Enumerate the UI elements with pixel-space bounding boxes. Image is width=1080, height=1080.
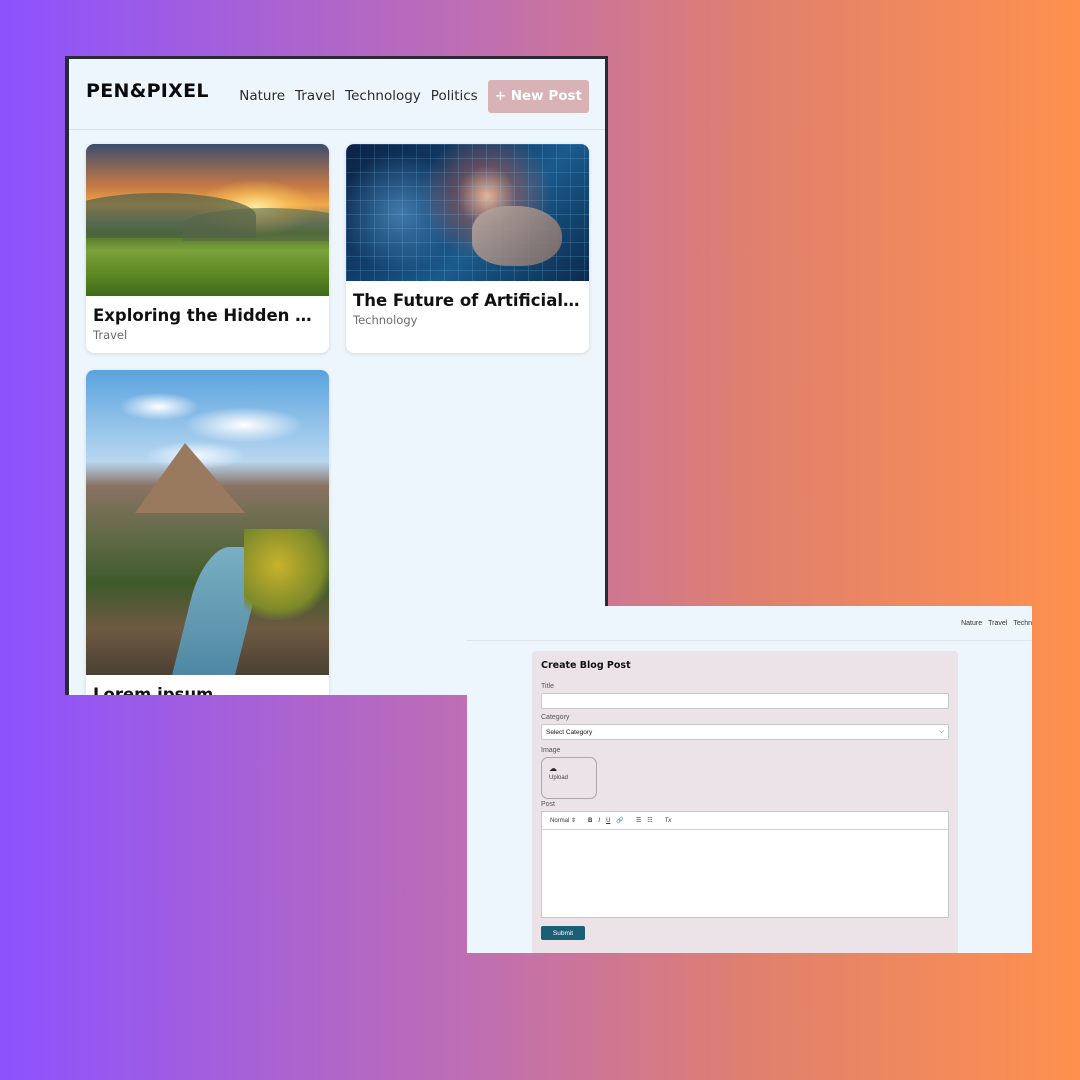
post-content-area[interactable] xyxy=(542,830,948,917)
upload-button[interactable]: ☁ Upload xyxy=(541,757,597,799)
nav-travel[interactable]: Travel xyxy=(295,88,335,104)
nav-technology[interactable]: Technology xyxy=(345,88,421,104)
form-heading: Create Blog Post xyxy=(541,660,631,671)
nav-travel[interactable]: Travel xyxy=(988,620,1007,627)
post-category: Travel xyxy=(93,328,128,342)
nav-nature[interactable]: Nature xyxy=(961,620,982,627)
post-label: Post xyxy=(541,801,556,808)
canyon-river-image xyxy=(86,370,329,675)
post-card[interactable]: Lorem ipsum xyxy=(86,370,329,695)
italic-icon[interactable]: I xyxy=(598,818,600,824)
feed-header: PEN&PIXEL Nature Travel Technology Polit… xyxy=(69,59,605,130)
submit-button[interactable]: Submit xyxy=(541,926,585,940)
ordered-list-icon[interactable]: ☰ xyxy=(636,817,641,824)
post-category: Technology xyxy=(353,313,418,327)
cloud-upload-icon: ☁ xyxy=(549,764,557,773)
new-post-button[interactable]: + New Post xyxy=(487,79,589,113)
main-nav: Nature Travel Technology Politics + New … xyxy=(239,79,589,113)
category-select[interactable]: Select Category ⌵ xyxy=(541,724,949,740)
post-title: Exploring the Hidden Gem... xyxy=(93,306,322,325)
post-title: Lorem ipsum xyxy=(93,685,214,695)
image-label: Image xyxy=(541,747,561,754)
upload-label: Upload xyxy=(549,775,569,781)
underline-icon[interactable]: U xyxy=(606,818,610,824)
link-icon[interactable]: 🔗 xyxy=(616,817,623,824)
chevron-down-icon: ⌵ xyxy=(939,728,944,735)
digital-tech-image xyxy=(346,144,589,281)
format-select[interactable]: Normal ⇕ xyxy=(550,817,576,824)
editor-toolbar: Normal ⇕ B I U 🔗 ☰ ☷ Tx xyxy=(542,812,948,830)
blog-feed-screenshot: PEN&PIXEL Nature Travel Technology Polit… xyxy=(65,56,608,695)
bold-icon[interactable]: B xyxy=(588,818,592,824)
clear-format-icon[interactable]: Tx xyxy=(665,818,672,824)
nav-politics[interactable]: Politics xyxy=(431,88,478,104)
category-selected-value: Select Category xyxy=(546,728,593,736)
main-nav: Nature Travel Techn xyxy=(961,620,1032,627)
post-card[interactable]: Exploring the Hidden Gem... Travel xyxy=(86,144,329,353)
bullet-list-icon[interactable]: ☷ xyxy=(647,817,652,824)
post-card[interactable]: The Future of Artificial Inte... Technol… xyxy=(346,144,589,353)
create-post-form: Create Blog Post Title Category Select C… xyxy=(532,651,958,953)
form-header: Nature Travel Techn xyxy=(467,606,1032,641)
rich-text-editor: Normal ⇕ B I U 🔗 ☰ ☷ Tx xyxy=(541,811,949,918)
create-post-screenshot: Nature Travel Techn Create Blog Post Tit… xyxy=(467,606,1032,953)
category-label: Category xyxy=(541,714,570,721)
sunset-meadow-image xyxy=(86,144,329,296)
title-label: Title xyxy=(541,683,554,690)
nav-nature[interactable]: Nature xyxy=(239,88,285,104)
site-logo[interactable]: PEN&PIXEL xyxy=(86,80,209,102)
nav-technology[interactable]: Techn xyxy=(1013,620,1032,627)
title-input[interactable] xyxy=(541,693,949,709)
post-title: The Future of Artificial Inte... xyxy=(353,291,582,310)
